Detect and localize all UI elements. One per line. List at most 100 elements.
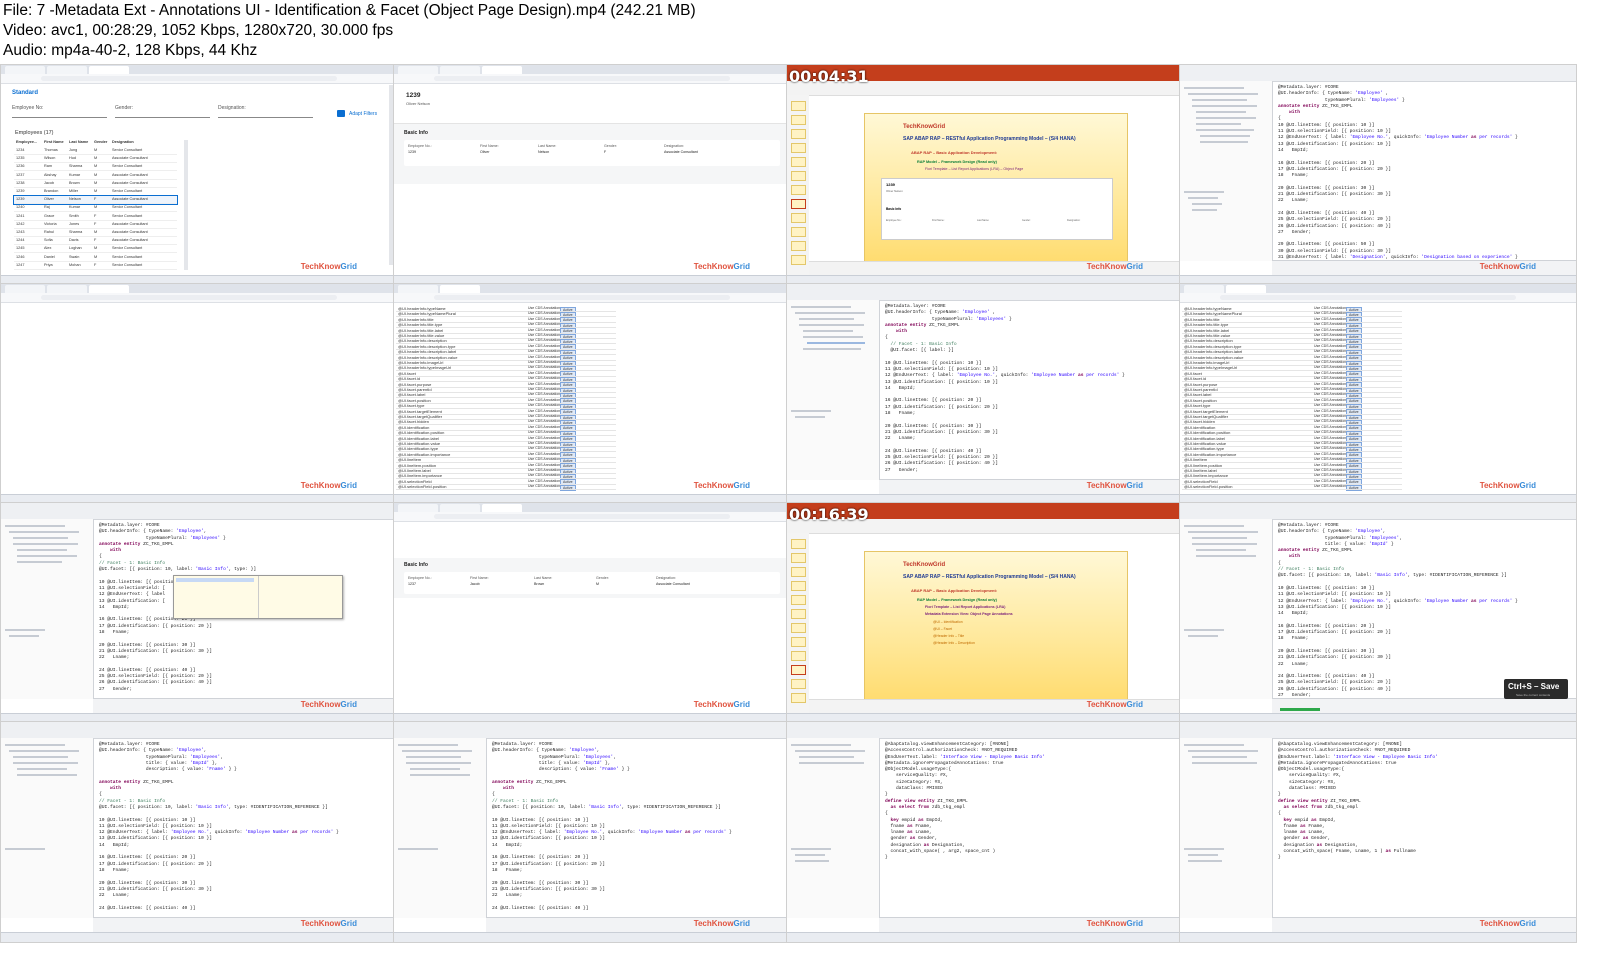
table-cell: Associate Consultant [112,180,148,185]
table-cell: Associate Consultant [112,230,148,234]
table-cell: Senior Consultant [112,189,143,193]
project-explorer[interactable] [1180,738,1273,918]
filter-input-gender[interactable] [115,112,210,118]
table-cell: M [94,164,98,169]
column-header[interactable]: Gender [94,140,107,144]
project-explorer[interactable] [1,519,94,699]
eclipse-toolbar[interactable] [787,284,1183,301]
watermark: TechKnowGrid [300,481,357,490]
adapt-filters-button[interactable]: Adapt Filters [349,111,377,117]
content-assist-popup[interactable] [173,575,343,619]
table-cell: Kumar [69,172,81,177]
watermark: TechKnowGrid [1479,262,1536,271]
slide-bullet-2: RAP Model – Framework Design (Read only) [917,160,997,164]
table-cell: Senior Consultant [112,148,143,152]
table-cell: M [94,254,98,259]
code-editor[interactable]: @Metadata.layer: #CORE @UI.headerInfo: {… [885,304,1125,474]
field-label: Last Name: [534,576,553,580]
slide-thumbnails [787,95,809,276]
address-bar[interactable] [394,293,790,303]
thumb-eclipse-2: @Metadata.layer: #CORE @UI.headerInfo: {… [786,283,1184,505]
address-bar[interactable] [1,293,397,303]
go-button[interactable] [337,110,345,117]
field-value: Associate Consultant [656,582,690,586]
code-editor[interactable]: @Metadata.layer: #CORE @UI.headerInfo: {… [1278,85,1518,268]
variant-title[interactable]: Standard [12,90,38,96]
code-editor[interactable]: @Metadata.layer: #CORE @UI.headerInfo: {… [1278,523,1518,699]
slide-logo: TechKnowGrid [903,124,946,130]
table-cell: M [94,148,98,152]
table-cell: 1234 [16,148,25,152]
table-cell: Smith [69,213,79,218]
table-cell: 1241 [16,213,25,218]
project-explorer[interactable] [394,738,487,918]
column-header[interactable]: Last Name [69,140,88,144]
eclipse-toolbar[interactable] [1180,65,1576,82]
taskbar [1,932,397,942]
address-bar[interactable] [1180,293,1576,303]
basic-info-fields: Employee No.: 1237 First Name: Jacob Las… [404,572,780,594]
eclipse-toolbar[interactable] [394,722,790,739]
watermark: TechKnowGrid [693,919,750,928]
object-section: Basic Info Employee No.: 1239 First Name… [394,123,790,184]
table-cell: Grace [44,213,55,218]
field-value: 1237 [408,582,416,586]
field-label: Gender: [596,576,609,580]
table-cell: Senior Consultant [112,164,143,169]
table-cell: Loghan [69,246,82,251]
address-bar[interactable] [1,74,397,84]
project-explorer[interactable] [1180,519,1273,699]
code-editor[interactable]: @Metadata.layer: #CORE @UI.headerInfo: {… [492,742,732,912]
slide-bullet-1: ABAP RAP – Basic Application Development… [911,588,998,593]
field-value: Jacob [470,582,480,586]
thumbnail-grid: Standard Employee No: Gender: Designatio… [0,64,1600,963]
basic-info-fields: Employee No.: 1239 First Name: Oliver La… [404,140,780,166]
eclipse-toolbar[interactable] [787,722,1183,739]
table-cell: Hud [69,156,76,161]
project-explorer[interactable] [787,738,880,918]
thumb-eclipse-5: @Metadata.layer: #CORE @UI.headerInfo: {… [0,721,398,943]
audio-info: Audio: mp4a-40-2, 128 Kbps, 44 Khz [3,42,258,59]
watermark: TechKnowGrid [1479,919,1536,928]
thumb-object-page-2: Basic Info Employee No.: 1237 First Name… [393,502,791,724]
table-cell: Priya [44,262,53,267]
browser-tabs [1,284,397,293]
eclipse-toolbar[interactable] [1,503,397,520]
table-cell: M [94,172,98,177]
address-bar[interactable] [394,74,790,84]
section-title: Basic Info [404,130,428,136]
project-explorer[interactable] [787,300,880,480]
field-value: Associate Consultant [664,150,698,154]
table-cell: Associate Consultant [112,197,148,202]
thumb-annotation-table: @UI.headerInfo.typeName Use CDS Annotatio… [393,283,791,505]
filter-label-empno: Employee No: [12,105,44,111]
table-cell: M [94,189,98,193]
code-editor[interactable]: @Metadata.layer: #CORE @UI.headerInfo: {… [99,742,339,912]
project-explorer[interactable] [1,738,94,918]
eclipse-toolbar[interactable] [1180,722,1576,739]
column-header[interactable]: First Name [44,140,64,144]
eclipse-toolbar[interactable] [1180,503,1576,520]
field-value: Nelson [538,150,550,154]
table-cell: Sharma [69,230,83,234]
column-header[interactable]: Designation [112,140,134,144]
slide-canvas[interactable]: TechKnowGrid SAP ABAP RAP – RESTful Appl… [864,551,1128,701]
table-cell: Swain [69,254,80,259]
filter-input-empno[interactable] [12,112,107,118]
address-bar[interactable] [394,512,790,522]
column-header[interactable]: Employee... [16,140,37,144]
field-value: M [596,582,599,586]
table-cell: Davis [69,238,79,243]
code-editor[interactable]: @AbapCatalog.viewEnhancementCategory: [#… [1278,742,1438,862]
annotation-list: @UI.headerInfo.typeName Use CDS Annotatio… [1182,306,1402,492]
eclipse-toolbar[interactable] [1,722,397,739]
table-cell: Nelson [69,197,81,202]
table-cell: Wilson [44,156,56,161]
scrollbar[interactable] [184,140,188,270]
slide-canvas[interactable]: TechKnowGrid SAP ABAP RAP – RESTful Appl… [864,113,1128,263]
filter-input-designation[interactable] [218,112,313,118]
table-cell: F [94,213,97,218]
code-editor[interactable]: @AbapCatalog.viewEnhancementCategory: [#… [885,742,1045,862]
project-explorer[interactable] [1180,81,1273,261]
table-cell: Associate Consultant [112,238,148,243]
